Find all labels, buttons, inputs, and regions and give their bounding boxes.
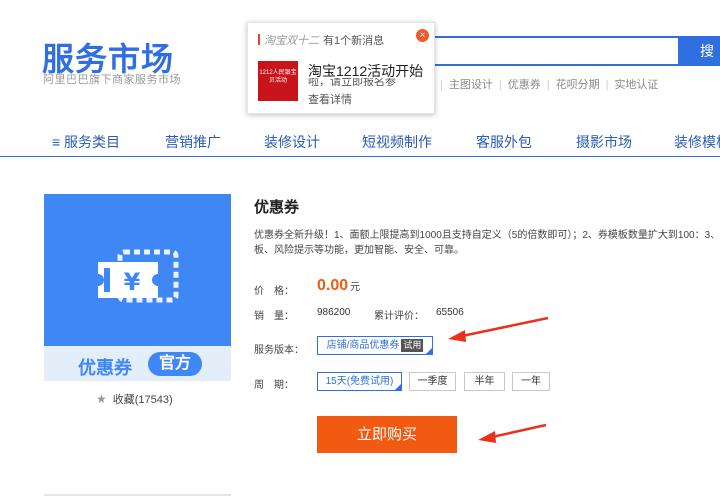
annotation-arrow-version [448,316,549,342]
annotation-arrow-buy [478,423,547,443]
divider [44,494,231,496]
annotation-arrows [448,316,549,443]
